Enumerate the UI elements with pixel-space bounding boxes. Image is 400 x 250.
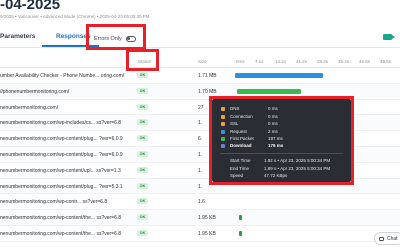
size-column-header[interactable]: Size: [198, 59, 207, 64]
request-url[interactable]: nenumbermonitoring.com/wp-content/upl...…: [0, 168, 121, 174]
request-size: 1.95 KB: [198, 215, 216, 222]
request-url[interactable]: nenumbermonitoring.com/wp-content/plug..…: [0, 184, 123, 190]
status-badge: OK: [137, 150, 148, 157]
page-title: -04-2025: [0, 0, 61, 13]
status-badge: OK: [137, 198, 148, 205]
table-row[interactable]: umber Availability Checker - Phone Numbe…: [0, 68, 400, 84]
request-url[interactable]: nenumbermonitoring.com/wp-includes/cs...…: [0, 120, 121, 126]
waterfall-bar[interactable]: [237, 88, 301, 94]
highlight-status-column: [126, 49, 159, 71]
timeline-tick: 28.3s: [317, 59, 329, 64]
status-badge: OK: [137, 87, 148, 94]
table-row[interactable]: nenumbermonitoring.com/wp-contr... ss?ve…: [0, 194, 400, 211]
request-url[interactable]: //phonenumbermonitoring.com/: [0, 89, 69, 95]
request-size: 1.: [198, 151, 203, 158]
request-size: 1.95 KB: [198, 230, 216, 237]
status-badge: OK: [137, 182, 148, 189]
video-icon[interactable]: [383, 34, 395, 40]
waterfall-bar[interactable]: [239, 215, 242, 221]
timeline-tick: 21.2s: [296, 59, 308, 64]
status-badge: OK: [137, 72, 148, 78]
page-subtitle: 9/2025 • Vancouver • Advanced Mode (Chro…: [0, 14, 150, 19]
request-url[interactable]: nenumbermonitoring.com/wp-content/plug..…: [0, 152, 123, 158]
chat-button[interactable]: Chat: [374, 232, 400, 245]
timeline-tick: 0ms: [236, 59, 245, 64]
request-url[interactable]: nenumbermonitoring.com/wp-content/plug..…: [0, 136, 123, 142]
tab-bar: Parameters Responses Errors Only: [0, 30, 400, 48]
request-url[interactable]: nenumbermonitoring.com/wp-content/the...…: [0, 215, 121, 221]
timeline-tick: 42.5s: [359, 59, 371, 64]
status-badge: OK: [137, 103, 148, 110]
page: -04-2025 9/2025 • Vancouver • Advanced M…: [0, 0, 400, 250]
request-size: 27: [198, 104, 204, 111]
table-header: Status Size 0ms 7.1s 14.2s 21.2s 28.3s 3…: [0, 54, 400, 68]
tab-parameters[interactable]: Parameters: [0, 33, 35, 40]
request-size: 1.71 MB: [198, 73, 217, 79]
request-url[interactable]: nenumbermonitoring.com/wp-content/the...…: [0, 231, 121, 237]
chat-label: Chat: [387, 235, 398, 242]
timeline-tick: 7.1s: [255, 59, 264, 64]
status-badge: OK: [137, 214, 148, 221]
highlight-timing-tooltip: [209, 96, 354, 185]
timeline-tick: 49.6s: [380, 59, 392, 64]
request-size: 1.: [198, 183, 203, 190]
request-url[interactable]: nenumbermonitoring.com/: [0, 105, 58, 111]
chat-icon: [379, 236, 384, 241]
table-row[interactable]: nenumbermonitoring.com/wp-content/the...…: [0, 226, 400, 242]
status-badge: OK: [137, 229, 148, 236]
request-url[interactable]: umber Availability Checker - Phone Numbe…: [0, 73, 124, 79]
waterfall-bar[interactable]: [235, 73, 323, 78]
request-size: 1.: [198, 120, 203, 127]
timeline-tick: 35.4s: [338, 59, 350, 64]
request-url[interactable]: nenumbermonitoring.com/wp-contr... ss?ve…: [0, 199, 107, 205]
request-size: 1.: [198, 167, 203, 174]
table-row[interactable]: nenumbermonitoring.com/wp-content/the...…: [0, 210, 400, 226]
request-size: 6.: [198, 136, 203, 143]
status-badge: OK: [137, 135, 148, 142]
waterfall-bar[interactable]: [239, 230, 242, 236]
status-badge: OK: [137, 166, 148, 173]
status-badge: OK: [137, 119, 148, 126]
highlight-errors-only: [86, 24, 146, 50]
timeline-tick: 14.2s: [275, 59, 287, 64]
request-size: 1.6: [198, 199, 205, 206]
request-size: 1.70 MB: [198, 88, 217, 95]
